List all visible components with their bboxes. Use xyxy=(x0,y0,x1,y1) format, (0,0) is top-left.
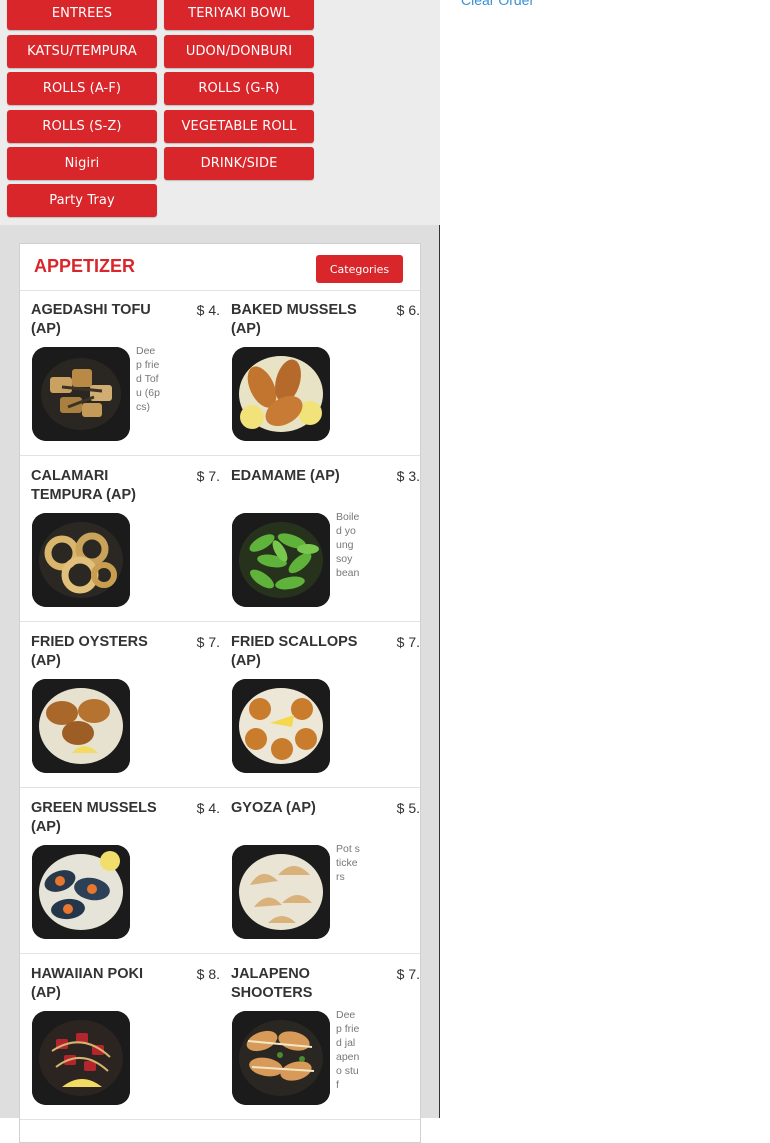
category-button-nigiri[interactable]: Nigiri xyxy=(7,147,157,180)
item-photo[interactable] xyxy=(32,347,130,441)
menu-item-agedashi-tofu-ap[interactable]: AGEDASHI TOFU (AP) $ 4. Deep fried Tofu (6… xyxy=(20,290,220,455)
category-button-vegetable-roll[interactable]: VEGETABLE ROLL xyxy=(164,110,314,143)
item-row: HAWAIIAN POKI (AP) $ 8. JALAPENO SHOOTERS $… xyxy=(20,954,420,1120)
category-button-drink-side[interactable]: DRINK/SIDE xyxy=(164,147,314,180)
menu-item-hawaiian-poki-ap[interactable]: HAWAIIAN POKI (AP) $ 8. xyxy=(20,954,220,1119)
item-price: $ 4. xyxy=(196,302,220,318)
menu-item-gyoza-ap[interactable]: GYOZA (AP) $ 5. Pot stickers xyxy=(220,788,420,953)
item-name: FRIED OYSTERS (AP) xyxy=(31,634,148,669)
item-name: EDAMAME (AP) xyxy=(231,468,340,484)
menu-item-baked-mussels-ap[interactable]: BAKED MUSSELS (AP) $ 6. xyxy=(220,290,420,455)
category-grid: ENTREES TERIYAKI BOWL KATSU/TEMPURA UDON… xyxy=(0,0,440,225)
section-header: APPETIZER Categories xyxy=(20,244,420,291)
item-photo[interactable] xyxy=(232,347,330,441)
item-name: GYOZA (AP) xyxy=(231,800,316,816)
item-description: Deep fried jalapeno stuf xyxy=(336,1009,360,1091)
categories-button[interactable]: Categories xyxy=(316,255,403,283)
item-row: CALAMARI TEMPURA (AP) $ 7. EDAMAME (AP) $ 3… xyxy=(20,456,420,622)
category-button-udon-donburi[interactable]: UDON/DONBURI xyxy=(164,35,314,68)
clear-order-link[interactable]: Clear Order xyxy=(461,0,534,8)
item-name: GREEN MUSSELS (AP) xyxy=(31,800,157,835)
category-button-rolls-s-z[interactable]: ROLLS (S-Z) xyxy=(7,110,157,143)
category-button-rolls-g-r[interactable]: ROLLS (G-R) xyxy=(164,72,314,105)
category-button-party-tray[interactable]: Party Tray xyxy=(7,184,157,217)
item-description: Pot stickers xyxy=(336,843,360,883)
item-price: $ 3. xyxy=(396,468,420,484)
item-price: $ 7. xyxy=(196,634,220,650)
item-photo[interactable] xyxy=(32,513,130,607)
menu-item-calamari-tempura-ap[interactable]: CALAMARI TEMPURA (AP) $ 7. xyxy=(20,456,220,621)
item-name: BAKED MUSSELS (AP) xyxy=(231,302,357,337)
menu-item-jalapeno-shooters[interactable]: JALAPENO SHOOTERS $ 7. Deep fried jalapeno… xyxy=(220,954,420,1119)
item-photo[interactable] xyxy=(232,1011,330,1105)
category-button-rolls-a-f[interactable]: ROLLS (A-F) xyxy=(7,72,157,105)
item-photo[interactable] xyxy=(32,845,130,939)
item-price: $ 7. xyxy=(396,634,420,650)
category-button-katsu-tempura[interactable]: KATSU/TEMPURA xyxy=(7,35,157,68)
item-price: $ 7. xyxy=(396,966,420,982)
item-description: Boiled young soy bean xyxy=(336,511,360,579)
menu-item-fried-scallops-ap[interactable]: FRIED SCALLOPS (AP) $ 7. xyxy=(220,622,420,787)
item-photo[interactable] xyxy=(32,679,130,773)
item-name: FRIED SCALLOPS (AP) xyxy=(231,634,358,669)
item-row: FRIED OYSTERS (AP) $ 7. FRIED SCALLOPS (AP… xyxy=(20,622,420,788)
item-row: AGEDASHI TOFU (AP) $ 4. Deep fried Tofu (6… xyxy=(20,290,420,456)
item-description: Deep fried Tofu (6pcs) xyxy=(136,345,160,413)
item-price: $ 5. xyxy=(396,800,420,816)
menu-item-fried-oysters-ap[interactable]: FRIED OYSTERS (AP) $ 7. xyxy=(20,622,220,787)
item-photo[interactable] xyxy=(232,679,330,773)
section-title: APPETIZER xyxy=(34,256,136,276)
category-button-teriyaki-bowl[interactable]: TERIYAKI BOWL xyxy=(164,0,314,30)
item-name: HAWAIIAN POKI (AP) xyxy=(31,966,143,1001)
menu-item-edamame-ap[interactable]: EDAMAME (AP) $ 3. Boiled young soy bean xyxy=(220,456,420,621)
item-name: AGEDASHI TOFU (AP) xyxy=(31,302,151,337)
appetizer-section: APPETIZER Categories AGEDASHI TOFU (AP) $… xyxy=(19,243,421,1143)
item-photo[interactable] xyxy=(232,845,330,939)
item-price: $ 6. xyxy=(396,302,420,318)
item-name: CALAMARI TEMPURA (AP) xyxy=(31,468,136,503)
item-price: $ 8. xyxy=(196,966,220,982)
item-row: GREEN MUSSELS (AP) $ 4. GYOZA (AP) $ 5. Pot … xyxy=(20,788,420,954)
category-button-entrees[interactable]: ENTREES xyxy=(7,0,157,30)
menu-item-green-mussels-ap[interactable]: GREEN MUSSELS (AP) $ 4. xyxy=(20,788,220,953)
item-photo[interactable] xyxy=(232,513,330,607)
item-name: JALAPENO SHOOTERS xyxy=(231,966,313,1001)
item-price: $ 7. xyxy=(196,468,220,484)
item-price: $ 4. xyxy=(196,800,220,816)
item-photo[interactable] xyxy=(32,1011,130,1105)
menu-panel: ENTREES TERIYAKI BOWL KATSU/TEMPURA UDON… xyxy=(0,0,440,1143)
